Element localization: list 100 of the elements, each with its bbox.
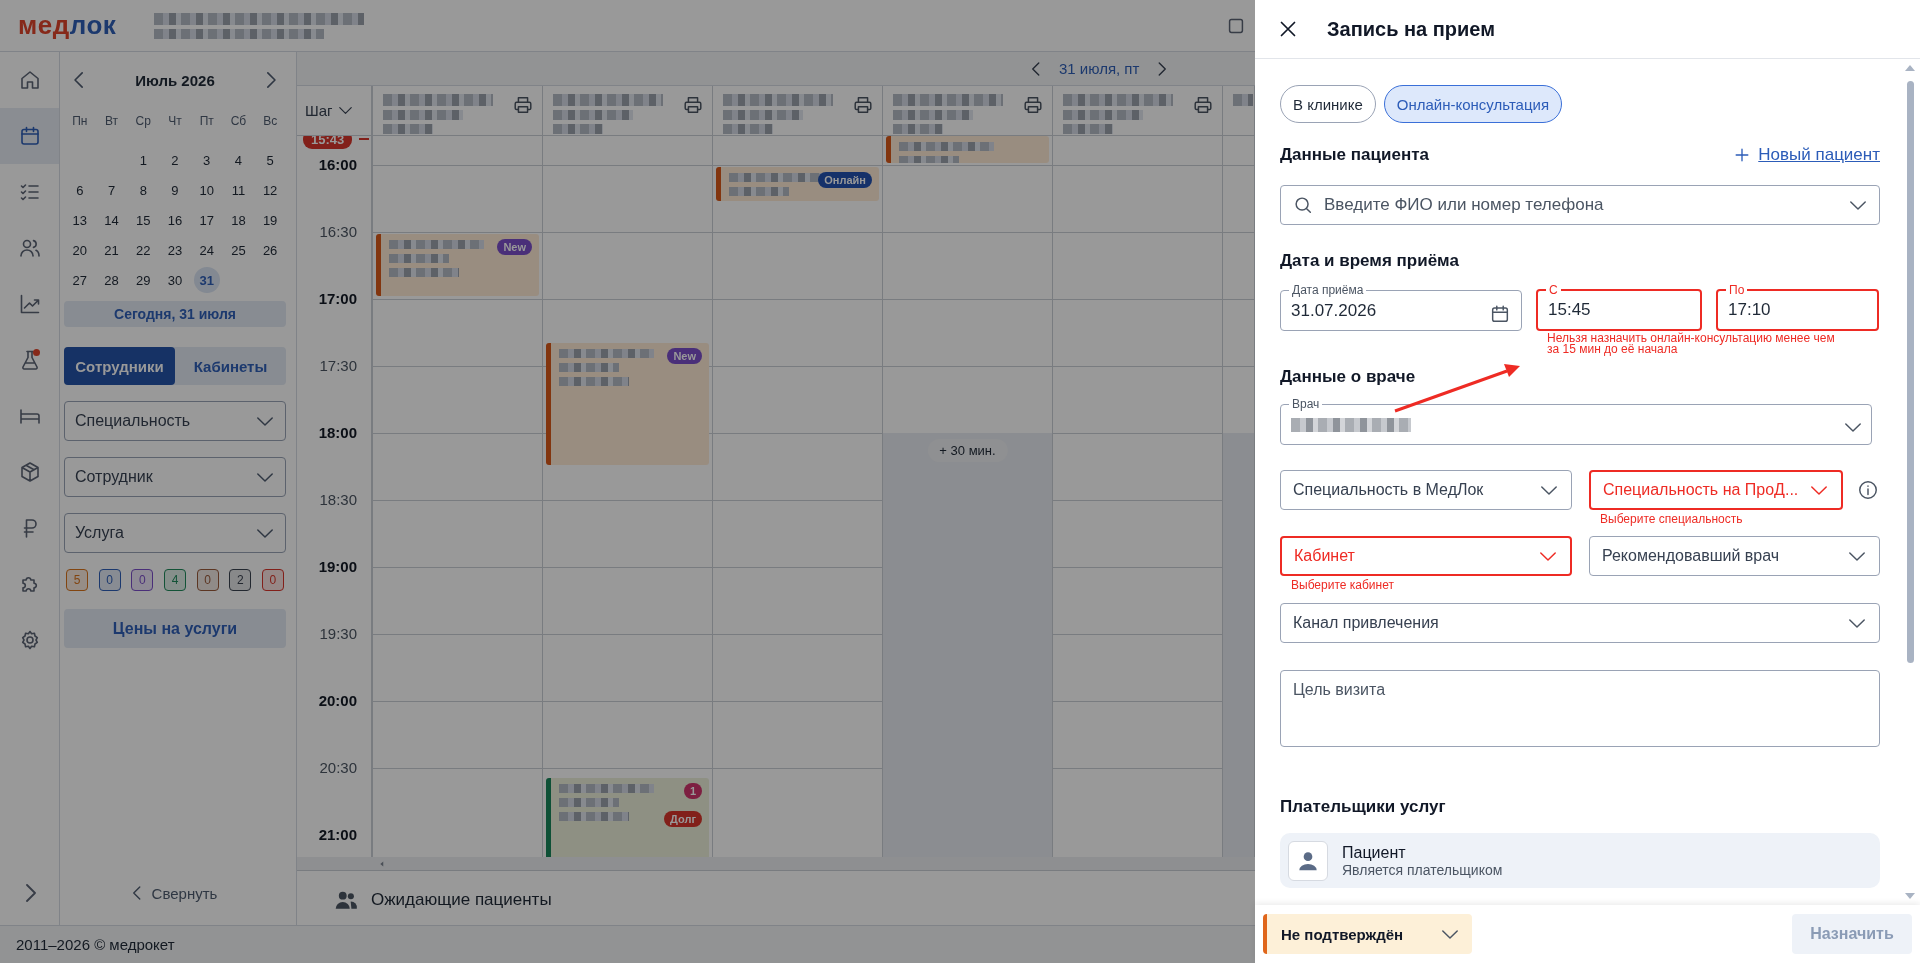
calendar-day[interactable]: 7 (98, 177, 125, 203)
calendar-day[interactable]: 22 (130, 237, 157, 263)
today-button[interactable]: Сегодня, 31 июля (64, 301, 286, 327)
calendar-day[interactable]: 28 (98, 267, 125, 293)
calendar-day[interactable]: 6 (66, 177, 93, 203)
calendar-day[interactable]: 10 (193, 177, 220, 203)
calendar-day[interactable]: 29 (130, 267, 157, 293)
referrer-select[interactable]: Рекомендовавший врач (1589, 536, 1880, 576)
time-label: 19:00 (318, 559, 357, 575)
collapse-button[interactable]: Свернуть (126, 878, 224, 908)
visit-type-toggle[interactable]: В клинике (1280, 85, 1376, 123)
calendar-day[interactable]: 13 (66, 207, 93, 233)
printer-icon[interactable] (512, 94, 534, 116)
calendar-day[interactable]: 23 (162, 237, 188, 263)
visit-purpose-field[interactable]: Цель визита (1280, 670, 1880, 747)
filter-select[interactable]: Услуга (64, 513, 286, 553)
blurred-text (723, 124, 773, 134)
chevron-left-icon[interactable] (74, 72, 85, 88)
chevron-down-icon (1849, 551, 1865, 561)
calendar-day[interactable]: 27 (66, 267, 93, 293)
step-select[interactable]: Шаг (305, 102, 352, 119)
view-tab[interactable]: Сотрудники (64, 347, 175, 385)
appointment-card[interactable]: New (546, 343, 709, 466)
info-icon[interactable] (1857, 479, 1879, 501)
status-tag: Долг (664, 811, 702, 828)
printer-icon[interactable] (1022, 94, 1044, 116)
appointment-card[interactable]: Онлайн (716, 167, 879, 201)
payer-card[interactable]: Пациент Является плательщиком (1280, 833, 1880, 888)
calendar-day[interactable]: 3 (193, 147, 220, 173)
appointment-card[interactable]: New (376, 234, 539, 296)
calendar-day[interactable]: 11 (225, 177, 252, 203)
patient-search-field[interactable]: Введите ФИО или номер телефона (1280, 185, 1880, 225)
specialty-select[interactable]: Специальность на ПроД... (1589, 470, 1843, 510)
calendar-day[interactable]: 25 (225, 237, 252, 263)
calendar-day[interactable]: 24 (193, 237, 220, 263)
calendar-day[interactable]: 20 (66, 237, 93, 263)
appointment-card[interactable] (886, 136, 1049, 163)
calendar-day[interactable]: 5 (257, 147, 284, 173)
nav-item[interactable] (0, 108, 59, 164)
chevron-down-icon (1850, 201, 1866, 210)
time-label: 16:30 (319, 224, 357, 240)
calendar-day[interactable]: 4 (225, 147, 252, 173)
time-label: 18:00 (318, 425, 357, 441)
calendar-day[interactable]: 2 (162, 147, 188, 173)
time-label: 20:30 (319, 760, 357, 776)
calendar-day[interactable]: 15 (130, 207, 157, 233)
time-field[interactable]: С 15:45 (1536, 283, 1702, 331)
blurred-text (389, 254, 449, 263)
new-patient-link[interactable]: Новый пациент (1732, 145, 1880, 165)
time-field[interactable]: По 17:10 (1716, 283, 1879, 331)
calendar-day[interactable]: 9 (162, 177, 188, 203)
chevron-right-icon[interactable] (1157, 61, 1167, 76)
prices-button[interactable]: Цены на услуги (64, 609, 286, 648)
weekday-label: Сб (230, 114, 247, 128)
printer-icon[interactable] (682, 94, 704, 116)
extend-time-button[interactable]: + 30 мин. (927, 439, 1008, 462)
doctor-field[interactable]: Врач (1280, 397, 1872, 445)
channel-select[interactable]: Канал привлечения (1280, 603, 1880, 643)
chevron-down-icon (257, 472, 273, 482)
weekday-label: Вт (105, 114, 119, 128)
blurred-text (1063, 124, 1113, 134)
calendar-day[interactable]: 12 (257, 177, 284, 203)
logo: медлок (18, 10, 117, 41)
calendar-day[interactable]: 8 (130, 177, 157, 203)
appointment-card[interactable]: 1 Долг (546, 778, 709, 857)
printer-icon[interactable] (852, 94, 874, 116)
calendar-day[interactable]: 1 (130, 147, 157, 173)
chevron-down-icon (257, 416, 273, 426)
calendar-day[interactable]: 14 (98, 207, 125, 233)
chevron-right-icon[interactable] (265, 72, 276, 88)
printer-icon[interactable] (1192, 94, 1214, 116)
counter-badge: 4 (163, 569, 186, 591)
cabinet-select[interactable]: Кабинет (1280, 536, 1572, 576)
visit-type-toggle[interactable]: Онлайн-консультация (1383, 85, 1563, 123)
filter-select[interactable]: Сотрудник (64, 457, 286, 497)
counter-badge: 0 (98, 569, 121, 591)
blurred-text (1233, 94, 1253, 106)
specialty-select[interactable]: Специальность в МедЛок (1280, 470, 1572, 510)
calendar-day[interactable]: 26 (257, 237, 284, 263)
weekday-label: Вс (263, 114, 278, 128)
status-select[interactable]: Не подтверждён (1263, 914, 1472, 954)
view-tab[interactable]: Кабинеты (175, 347, 286, 385)
waiting-patients-button[interactable]: Ожидающие пациенты (333, 886, 552, 913)
chevron-down-icon (257, 528, 273, 538)
weekday-label: Чт (168, 114, 182, 128)
blurred-text (729, 187, 789, 196)
filter-select[interactable]: Специальность (64, 401, 286, 441)
calendar-day[interactable]: 16 (162, 207, 188, 233)
date-field[interactable]: Дата приёма 31.07.2026 (1280, 283, 1522, 331)
chevron-right-icon[interactable] (23, 884, 36, 902)
calendar-day[interactable]: 21 (98, 237, 125, 263)
month-title: Июль 2026 (135, 71, 215, 89)
chevron-left-icon[interactable] (1032, 61, 1041, 76)
chevron-down-icon (1540, 551, 1556, 561)
calendar-day[interactable]: 19 (257, 207, 284, 233)
payer-name: Пациент (1342, 843, 1407, 862)
calendar-day[interactable]: 30 (162, 267, 188, 293)
calendar-day[interactable]: 31 (193, 267, 220, 293)
calendar-day[interactable]: 17 (193, 207, 220, 233)
calendar-day[interactable]: 18 (225, 207, 252, 233)
